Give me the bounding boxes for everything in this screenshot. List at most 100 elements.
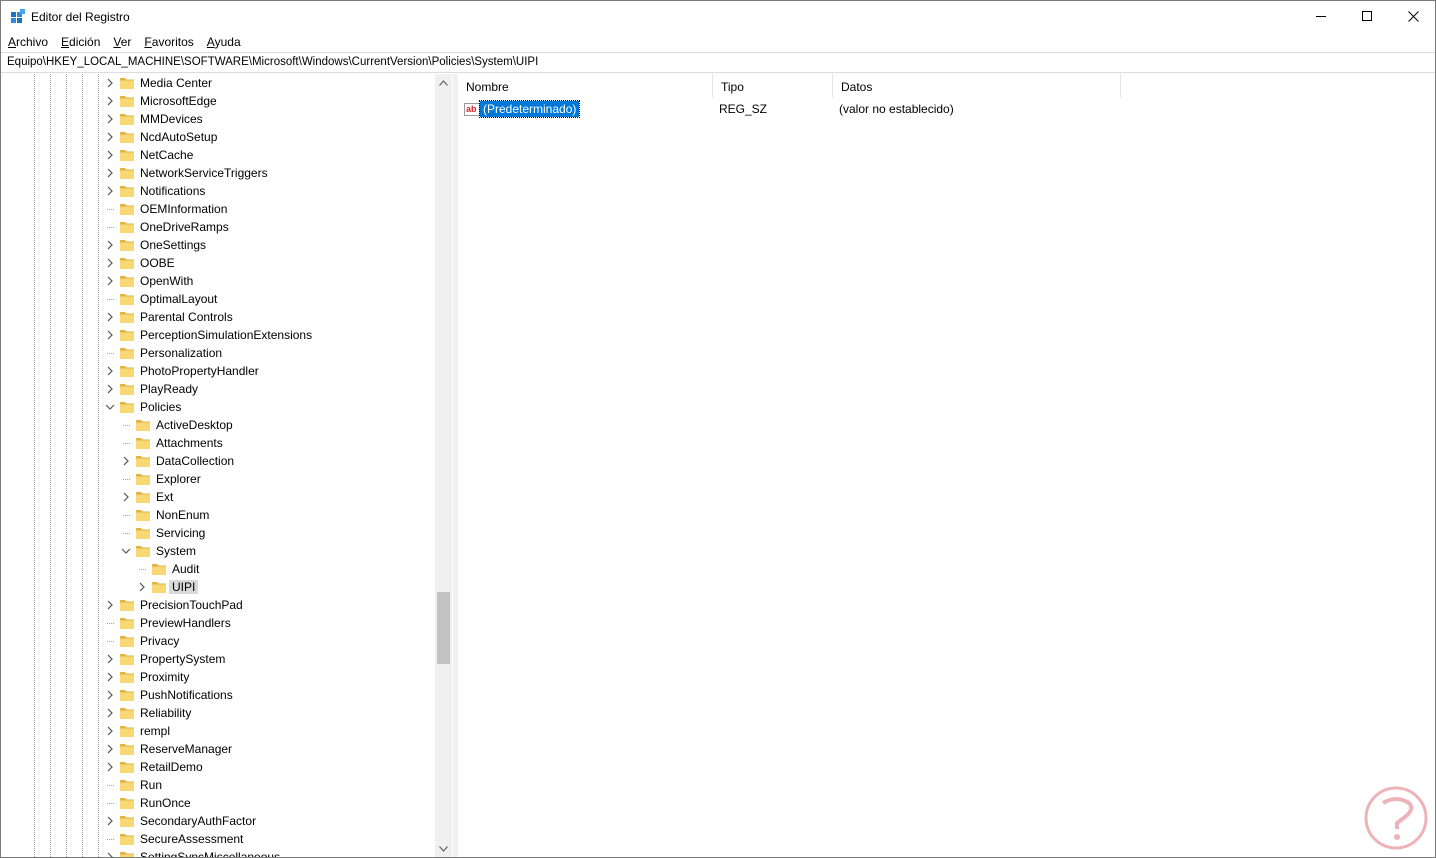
- tree-item[interactable]: NcdAutoSetup: [1, 128, 435, 146]
- tree-item[interactable]: Run: [1, 776, 435, 794]
- chevron-right-icon[interactable]: [105, 186, 115, 196]
- menu-edicion[interactable]: Edición: [54, 32, 106, 52]
- chevron-right-icon[interactable]: [105, 654, 115, 664]
- chevron-right-icon[interactable]: [105, 762, 115, 772]
- tree-item[interactable]: Servicing: [1, 524, 435, 542]
- tree-item[interactable]: UIPI: [1, 578, 435, 596]
- scroll-up-button[interactable]: [435, 74, 452, 91]
- tree-item[interactable]: SecureAssessment: [1, 830, 435, 848]
- chevron-right-icon[interactable]: [105, 330, 115, 340]
- tree-item[interactable]: OneDriveRamps: [1, 218, 435, 236]
- menu-ayuda[interactable]: Ayuda: [200, 32, 247, 52]
- chevron-down-icon[interactable]: [121, 546, 131, 556]
- tree-item[interactable]: Personalization: [1, 344, 435, 362]
- chevron-right-icon[interactable]: [105, 726, 115, 736]
- values-list[interactable]: Nombre Tipo Datos ab (Predeterminado) RE…: [458, 74, 1435, 857]
- tree-item[interactable]: OOBE: [1, 254, 435, 272]
- chevron-right-icon[interactable]: [105, 852, 115, 858]
- chevron-right-icon[interactable]: [105, 150, 115, 160]
- column-header-type[interactable]: Tipo: [713, 74, 833, 98]
- tree-item[interactable]: Privacy: [1, 632, 435, 650]
- menu-ver[interactable]: Ver: [106, 32, 137, 52]
- column-header-data[interactable]: Datos: [833, 74, 1121, 98]
- close-button[interactable]: [1390, 1, 1435, 32]
- scroll-down-button[interactable]: [435, 840, 452, 857]
- tree-item[interactable]: Notifications: [1, 182, 435, 200]
- chevron-right-icon[interactable]: [105, 132, 115, 142]
- tree-item[interactable]: PlayReady: [1, 380, 435, 398]
- tree-item[interactable]: System: [1, 542, 435, 560]
- folder-icon: [120, 312, 134, 323]
- tree-item[interactable]: ReserveManager: [1, 740, 435, 758]
- maximize-button[interactable]: [1344, 1, 1390, 32]
- tree-connector: [107, 299, 114, 300]
- tree-item[interactable]: NetworkServiceTriggers: [1, 164, 435, 182]
- chevron-right-icon[interactable]: [105, 114, 115, 124]
- tree-item[interactable]: PrecisionTouchPad: [1, 596, 435, 614]
- tree-item[interactable]: Parental Controls: [1, 308, 435, 326]
- tree-item[interactable]: MicrosoftEdge: [1, 92, 435, 110]
- tree-item[interactable]: Ext: [1, 488, 435, 506]
- tree-item[interactable]: Attachments: [1, 434, 435, 452]
- chevron-right-icon[interactable]: [105, 600, 115, 610]
- minimize-button[interactable]: [1298, 1, 1344, 32]
- chevron-right-icon[interactable]: [105, 672, 115, 682]
- tree-item[interactable]: PropertySystem: [1, 650, 435, 668]
- chevron-right-icon[interactable]: [105, 258, 115, 268]
- scroll-thumb[interactable]: [437, 592, 450, 664]
- chevron-right-icon[interactable]: [105, 708, 115, 718]
- chevron-right-icon[interactable]: [121, 492, 131, 502]
- tree-item[interactable]: PreviewHandlers: [1, 614, 435, 632]
- value-name[interactable]: (Predeterminado): [478, 100, 581, 118]
- menu-archivo[interactable]: Archivo: [1, 32, 54, 52]
- folder-icon: [120, 636, 134, 647]
- tree-item[interactable]: SettingSyncMiscellaneous: [1, 848, 435, 858]
- chevron-right-icon[interactable]: [105, 276, 115, 286]
- tree-scrollbar[interactable]: [435, 74, 452, 857]
- tree-item[interactable]: Reliability: [1, 704, 435, 722]
- tree-item[interactable]: Policies: [1, 398, 435, 416]
- value-row-default[interactable]: ab (Predeterminado) REG_SZ (valor no est…: [458, 100, 1158, 118]
- tree-item[interactable]: OptimalLayout: [1, 290, 435, 308]
- chevron-right-icon[interactable]: [105, 240, 115, 250]
- chevron-right-icon[interactable]: [137, 582, 147, 592]
- chevron-down-icon[interactable]: [105, 402, 115, 412]
- tree-item[interactable]: Media Center: [1, 74, 435, 92]
- tree-item[interactable]: DataCollection: [1, 452, 435, 470]
- chevron-right-icon[interactable]: [105, 366, 115, 376]
- tree-item[interactable]: OEMInformation: [1, 200, 435, 218]
- chevron-right-icon[interactable]: [105, 96, 115, 106]
- tree-item[interactable]: Proximity: [1, 668, 435, 686]
- tree-item[interactable]: Audit: [1, 560, 435, 578]
- chevron-right-icon[interactable]: [105, 78, 115, 88]
- chevron-right-icon[interactable]: [121, 456, 131, 466]
- tree-item[interactable]: NetCache: [1, 146, 435, 164]
- chevron-right-icon[interactable]: [105, 744, 115, 754]
- tree-item-label: rempl: [140, 724, 171, 738]
- tree-item[interactable]: SecondaryAuthFactor: [1, 812, 435, 830]
- column-header-name[interactable]: Nombre: [458, 74, 713, 98]
- chevron-right-icon[interactable]: [105, 312, 115, 322]
- tree-item[interactable]: NonEnum: [1, 506, 435, 524]
- tree-item[interactable]: RetailDemo: [1, 758, 435, 776]
- tree-item[interactable]: MMDevices: [1, 110, 435, 128]
- chevron-right-icon[interactable]: [105, 168, 115, 178]
- tree-item[interactable]: ActiveDesktop: [1, 416, 435, 434]
- tree-item[interactable]: RunOnce: [1, 794, 435, 812]
- chevron-right-icon[interactable]: [105, 384, 115, 394]
- tree-item[interactable]: PushNotifications: [1, 686, 435, 704]
- address-bar[interactable]: Equipo\HKEY_LOCAL_MACHINE\SOFTWARE\Micro…: [1, 52, 1435, 73]
- chevron-right-icon[interactable]: [105, 816, 115, 826]
- tree-item[interactable]: OneSettings: [1, 236, 435, 254]
- tree-item[interactable]: PerceptionSimulationExtensions: [1, 326, 435, 344]
- title-bar[interactable]: Editor del Registro: [1, 1, 1435, 32]
- tree-item[interactable]: rempl: [1, 722, 435, 740]
- tree-item[interactable]: OpenWith: [1, 272, 435, 290]
- key-tree[interactable]: Media Center MicrosoftEdge MMDevices NcdAut…: [1, 74, 453, 858]
- folder-icon: [120, 132, 134, 143]
- tree-item[interactable]: Explorer: [1, 470, 435, 488]
- chevron-right-icon[interactable]: [105, 690, 115, 700]
- menu-favoritos[interactable]: Favoritos: [137, 32, 199, 52]
- tree-item[interactable]: PhotoPropertyHandler: [1, 362, 435, 380]
- folder-icon: [120, 276, 134, 287]
